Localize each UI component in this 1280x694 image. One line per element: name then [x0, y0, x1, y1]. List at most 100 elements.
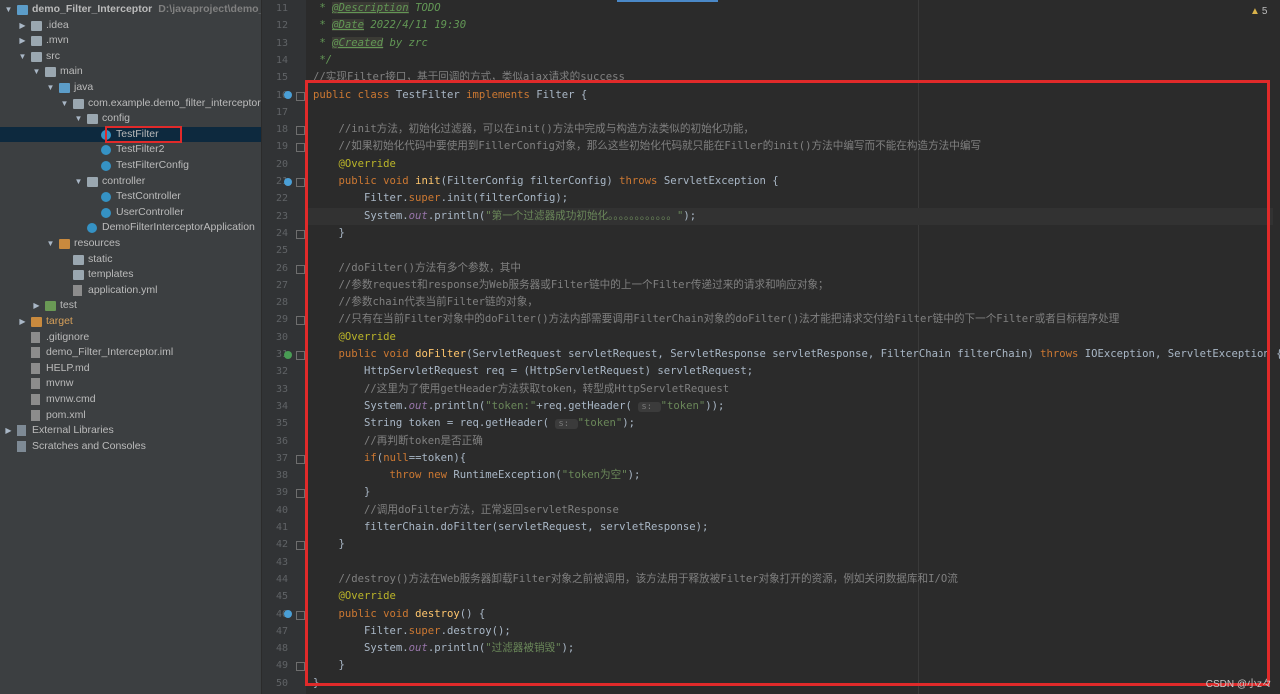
code-token: TODO	[408, 2, 441, 14]
tree-item-static[interactable]: static	[0, 252, 261, 268]
line-number: 17	[275, 106, 288, 118]
fold-toggle-icon[interactable]	[296, 91, 305, 101]
tree-item-mvn[interactable]: ▶ .mvn	[0, 33, 261, 49]
line-number: 38	[275, 470, 288, 482]
line-number: 18	[275, 124, 288, 136]
tree-item-test[interactable]: ▶ test	[0, 298, 261, 314]
line-number: 15	[275, 72, 288, 84]
tree-item-label: TestFilter2	[116, 143, 165, 156]
tree-item-application-yml[interactable]: application.yml	[0, 283, 261, 299]
fold-toggle-icon[interactable]	[296, 126, 305, 136]
yaml-file-icon	[73, 284, 82, 296]
tree-item-demo-filter-interceptor[interactable]: ▼ demo_Filter_Interceptor D:\javaproject\d…	[0, 2, 261, 18]
fold-toggle-icon[interactable]	[296, 454, 305, 464]
markdown-file-icon	[31, 362, 40, 374]
tree-item-mvnw-cmd[interactable]: mvnw.cmd	[0, 392, 261, 408]
tree-item-label: mvnw	[46, 377, 74, 390]
chevron-down-icon[interactable]: ▼	[46, 236, 55, 252]
fold-toggle-icon[interactable]	[296, 316, 305, 326]
chevron-right-icon[interactable]: ▶	[18, 33, 27, 49]
chevron-right-icon[interactable]: ▶	[4, 423, 13, 439]
excluded-folder-icon	[31, 317, 42, 327]
gitignore-file-icon	[31, 331, 40, 343]
chevron-down-icon[interactable]: ▼	[18, 49, 27, 65]
tree-item-testcontroller[interactable]: TestController	[0, 189, 261, 205]
source-folder-icon	[59, 83, 70, 93]
module-folder-icon	[17, 5, 28, 15]
tree-item-testfilterconfig[interactable]: TestFilterConfig	[0, 158, 261, 174]
line-number: 26	[275, 262, 288, 274]
tree-item-gitignore[interactable]: .gitignore	[0, 330, 261, 346]
line-number: 37	[275, 452, 288, 464]
fold-toggle-icon[interactable]	[296, 489, 305, 499]
implements-method-icon[interactable]	[284, 91, 292, 99]
tree-item-demofilterinterceptorapplication[interactable]: DemoFilterInterceptorApplication	[0, 220, 261, 236]
inspection-widget[interactable]: ▲ 5	[1250, 6, 1267, 17]
fold-toggle-icon[interactable]	[296, 662, 305, 672]
chevron-right-icon[interactable]: ▶	[32, 298, 41, 314]
tree-item-scratches-and-consoles[interactable]: Scratches and Consoles	[0, 439, 261, 455]
line-number: 35	[275, 418, 288, 430]
line-number: 41	[275, 522, 288, 533]
tree-item-help-md[interactable]: HELP.md	[0, 361, 261, 377]
fold-toggle-icon[interactable]	[296, 178, 305, 187]
maven-file-icon	[31, 409, 40, 421]
tree-item-java[interactable]: ▼ java	[0, 80, 261, 96]
tree-item-testfilter2[interactable]: TestFilter2	[0, 142, 261, 158]
folder-icon	[31, 36, 42, 47]
code-token: 2022/4/11 19:30	[364, 19, 467, 32]
chevron-down-icon[interactable]: ▼	[60, 96, 69, 112]
tree-item-com-example-demo-filter-interceptor[interactable]: ▼ com.example.demo_filter_interceptor	[0, 96, 261, 112]
tree-item-usercontroller[interactable]: UserController	[0, 205, 261, 221]
tree-item-src[interactable]: ▼ src	[0, 49, 261, 65]
code-token: */	[313, 53, 333, 66]
spring-boot-class-icon	[87, 223, 97, 234]
fold-toggle-icon[interactable]	[296, 264, 305, 274]
line-number: 27	[275, 279, 288, 291]
annotation-box-code	[305, 80, 1270, 686]
tree-item-mvnw[interactable]: mvnw	[0, 376, 261, 392]
chevron-right-icon[interactable]: ▶	[18, 314, 27, 330]
tree-item-target[interactable]: ▶ target	[0, 314, 261, 330]
watermark: CSDN @小z々	[1205, 679, 1272, 690]
folder-icon	[31, 20, 42, 31]
tree-item-config[interactable]: ▼ config	[0, 111, 261, 127]
line-number: 12	[275, 20, 288, 32]
line-number: 19	[275, 141, 288, 153]
resources-folder-icon	[59, 239, 70, 249]
chevron-down-icon[interactable]: ▼	[74, 111, 83, 127]
warning-icon: ▲	[1250, 6, 1260, 17]
tree-item-demo-filter-interceptor-iml[interactable]: demo_Filter_Interceptor.iml	[0, 345, 261, 361]
chevron-down-icon[interactable]: ▼	[32, 64, 41, 80]
fold-toggle-icon[interactable]	[296, 610, 305, 620]
tree-item-main[interactable]: ▼ main	[0, 64, 261, 80]
chevron-down-icon[interactable]: ▼	[4, 2, 13, 18]
code-line[interactable]: * @Created by zrc	[313, 35, 428, 52]
tree-item-controller[interactable]: ▼ controller	[0, 174, 261, 190]
code-line[interactable]: * @Date 2022/4/11 19:30	[313, 17, 466, 34]
tree-item-external-libraries[interactable]: ▶ External Libraries	[0, 423, 261, 439]
fold-toggle-icon[interactable]	[296, 541, 305, 551]
tree-item-label: config	[102, 112, 131, 125]
folder-icon	[73, 270, 84, 281]
tree-item-label: .gitignore	[46, 330, 90, 343]
fold-toggle-icon[interactable]	[296, 229, 305, 239]
chevron-right-icon[interactable]: ▶	[18, 18, 27, 34]
overrides-method-icon[interactable]	[284, 350, 292, 359]
chevron-down-icon[interactable]: ▼	[74, 174, 83, 190]
implements-method-icon[interactable]	[284, 177, 292, 186]
line-number: 22	[275, 193, 288, 205]
tree-item-resources[interactable]: ▼ resources	[0, 236, 261, 252]
fold-toggle-icon[interactable]	[296, 351, 305, 360]
test-folder-icon	[45, 301, 56, 312]
code-line[interactable]: * @Description TODO	[313, 0, 441, 17]
fold-toggle-icon[interactable]	[296, 143, 305, 153]
code-line[interactable]: */	[313, 52, 332, 69]
chevron-down-icon[interactable]: ▼	[46, 80, 55, 96]
cmd-file-icon	[31, 394, 40, 405]
tree-item-pom-xml[interactable]: pom.xml	[0, 408, 261, 424]
tree-item-templates[interactable]: templates	[0, 267, 261, 283]
implements-method-icon[interactable]	[284, 610, 292, 618]
tree-item-idea[interactable]: ▶ .idea	[0, 18, 261, 34]
tree-item-label: test	[60, 299, 77, 312]
